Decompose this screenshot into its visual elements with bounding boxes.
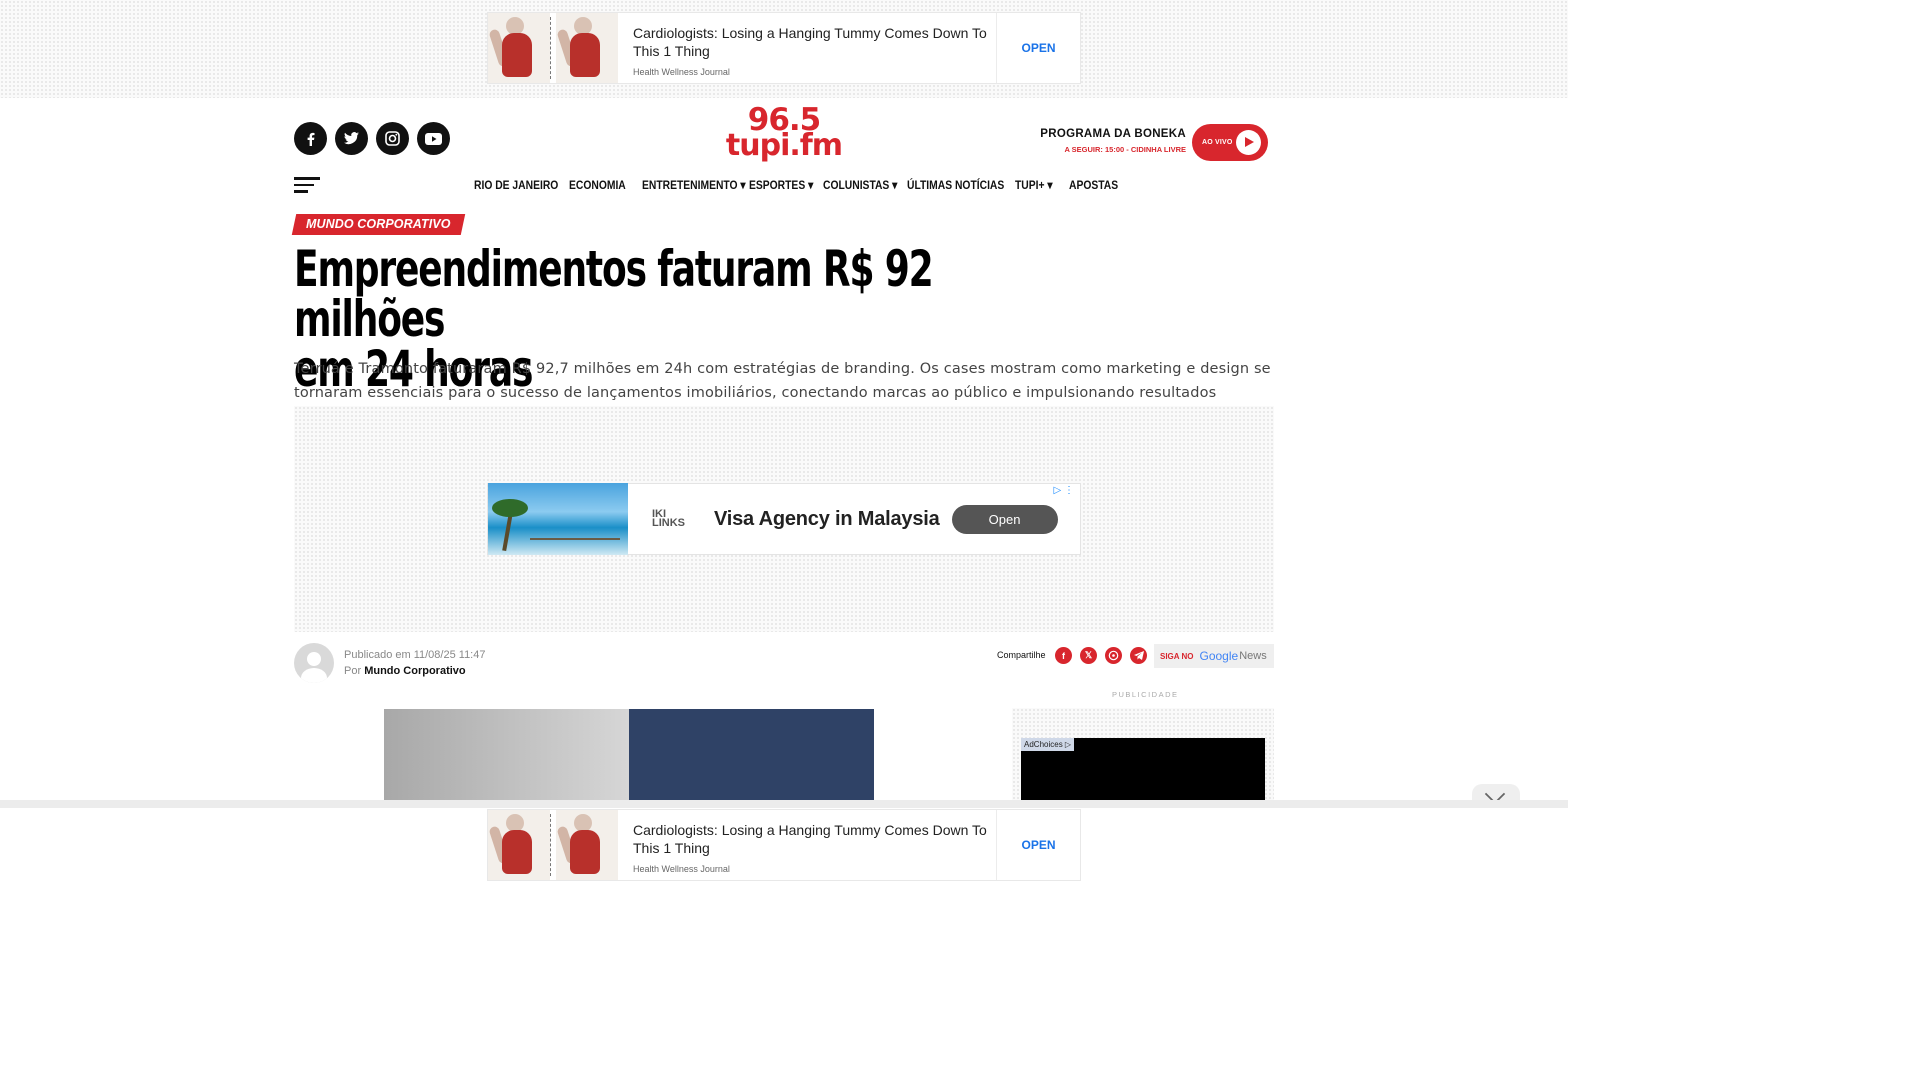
current-program: PROGRAMA DA BONEKA A SEGUIR: 15:00 - CID… xyxy=(1040,128,1186,154)
ad-source: Health Wellness Journal xyxy=(633,864,730,874)
adchoices-label: AdChoices xyxy=(1024,740,1063,749)
author-link[interactable]: Mundo Corporativo xyxy=(364,665,465,677)
site-logo[interactable]: 96.5 tupi.fm xyxy=(724,105,844,163)
bottom-ad-banner[interactable]: ▷ Cardiologists: Losing a Hanging Tummy … xyxy=(487,809,1081,881)
live-label: AO VIVO xyxy=(1202,139,1233,146)
top-ad-area: ▷ Cardiologists: Losing a Hanging Tummy … xyxy=(0,0,1568,98)
nav-item-ultimas-noticias[interactable]: ÚLTIMAS NOTÍCIAS xyxy=(907,178,1004,192)
google-word: Google xyxy=(1199,649,1239,663)
adchoices-badge[interactable]: AdChoices ▷ xyxy=(1021,738,1075,751)
ad-open-button[interactable]: Open xyxy=(951,504,1058,534)
sticky-bottom-ad: ▷ Cardiologists: Losing a Hanging Tummy … xyxy=(0,800,1568,882)
main-nav: RIO DE JANEIRO ECONOMIA ENTRETENIMENTO ▾… xyxy=(474,178,1121,192)
nav-item-esportes[interactable]: ESPORTES ▾ xyxy=(749,178,813,192)
nav-item-rio-de-janeiro[interactable]: RIO DE JANEIRO xyxy=(474,178,558,192)
nav-item-tupi-plus[interactable]: TUPI+ ▾ xyxy=(1015,178,1060,192)
program-next: A SEGUIR: 15:00 - CIDINHA LIVRE xyxy=(1064,145,1186,154)
site-header: 96.5 tupi.fm PROGRAMA DA BONEKA A SEGUIR… xyxy=(294,98,1274,208)
nav-item-economia[interactable]: ECONOMIA xyxy=(569,178,630,192)
top-ad-banner[interactable]: ▷ Cardiologists: Losing a Hanging Tummy … xyxy=(487,12,1081,84)
middle-ad-banner[interactable]: IKI LINKS Visa Agency in Malaysia Open ▷… xyxy=(487,483,1081,555)
ad-brand-logo: IKI LINKS xyxy=(652,508,685,529)
play-icon[interactable] xyxy=(1236,130,1261,155)
menu-icon[interactable] xyxy=(294,177,320,193)
google-news-button[interactable]: SIGA NO Google News xyxy=(1154,644,1274,668)
category-tag[interactable]: MUNDO CORPORATIVO xyxy=(291,214,465,235)
news-word: News xyxy=(1239,650,1267,662)
share-label: Compartilhe xyxy=(997,650,1046,660)
ad-source: Health Wellness Journal xyxy=(633,67,730,77)
ad-headline[interactable]: Cardiologists: Losing a Hanging Tummy Co… xyxy=(633,821,988,857)
share-facebook-icon[interactable]: f xyxy=(1055,647,1072,664)
nav-item-colunistas[interactable]: COLUNISTAS ▾ xyxy=(823,178,897,192)
byline: Por Mundo Corporativo xyxy=(344,665,466,677)
ad-open-button[interactable]: OPEN xyxy=(996,810,1080,880)
facebook-icon[interactable] xyxy=(294,122,327,155)
publicidade-label: PUBLICIDADE xyxy=(1112,690,1179,699)
ad-choices-icon[interactable]: ▷ ⋮ xyxy=(1054,485,1074,496)
live-player-button[interactable]: AO VIVO xyxy=(1192,124,1268,161)
ad-headline[interactable]: Visa Agency in Malaysia xyxy=(714,508,940,531)
twitter-icon[interactable] xyxy=(335,122,368,155)
article-title-line1: Empreendimentos faturam R$ 92 milhões xyxy=(294,240,934,348)
ad-open-button[interactable]: OPEN xyxy=(996,13,1080,83)
share-x-icon[interactable]: 𝕏 xyxy=(1080,647,1097,664)
ad-image[interactable] xyxy=(488,483,628,555)
nav-item-entretenimento[interactable]: ENTRETENIMENTO ▾ xyxy=(642,178,746,192)
social-links xyxy=(294,122,450,155)
byline-prefix: Por xyxy=(344,665,362,677)
program-name: PROGRAMA DA BONEKA xyxy=(1040,128,1186,140)
article-hero-image xyxy=(384,709,874,804)
share-telegram-icon[interactable] xyxy=(1130,647,1147,664)
category-label: MUNDO CORPORATIVO xyxy=(306,217,451,231)
google-news-prefix: SIGA NO xyxy=(1160,651,1194,661)
nav-item-apostas[interactable]: APOSTAS xyxy=(1069,178,1118,192)
middle-ad-area: IKI LINKS Visa Agency in Malaysia Open ▷… xyxy=(294,406,1274,632)
ad-image[interactable]: ▷ xyxy=(488,810,628,880)
instagram-icon[interactable] xyxy=(376,122,409,155)
ad-image[interactable]: ▷ xyxy=(488,13,628,83)
published-date: Publicado em 11/08/25 11:47 xyxy=(344,649,486,661)
logo-name: tupi.fm xyxy=(725,128,843,163)
youtube-icon[interactable] xyxy=(417,122,450,155)
author-avatar xyxy=(294,643,334,683)
sidebar-ad-area: AdChoices ▷ xyxy=(1012,708,1274,808)
ad-headline[interactable]: Cardiologists: Losing a Hanging Tummy Co… xyxy=(633,24,988,60)
share-whatsapp-icon[interactable] xyxy=(1105,647,1122,664)
share-buttons: f 𝕏 xyxy=(1055,647,1147,664)
